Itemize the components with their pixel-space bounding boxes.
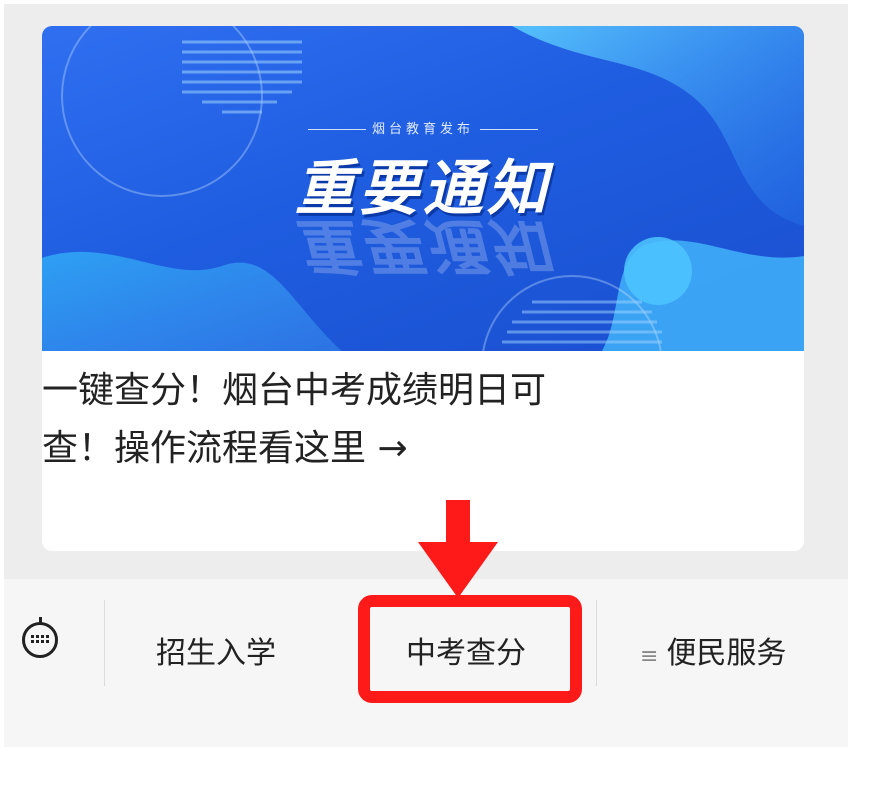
menu-divider: [596, 600, 597, 686]
menu-item-public-services[interactable]: ≡ 便民服务: [640, 628, 786, 672]
menu-item-label: 便民服务: [666, 636, 787, 671]
menu-item-enrollment[interactable]: 招生入学: [156, 628, 276, 672]
headline-line-1: 一键查分！烟台中考成绩明日可: [42, 370, 547, 411]
article-headline[interactable]: 一键查分！烟台中考成绩明日可 查！操作流程看这里 →: [42, 362, 722, 478]
menu-lines-icon: ≡: [640, 644, 659, 669]
banner-title-reflection: 重要通知: [295, 210, 551, 280]
keyboard-toggle-icon[interactable]: [22, 617, 58, 658]
menu-divider: [104, 600, 105, 686]
highlight-box-annotation: [358, 595, 582, 703]
article-banner: 烟台教育发布 重要通知 重要通知: [42, 26, 804, 351]
headline-line-2: 查！操作流程看这里 →: [42, 428, 408, 469]
banner-subtitle: 烟台教育发布: [42, 118, 804, 137]
red-arrow-annotation: [418, 500, 498, 598]
